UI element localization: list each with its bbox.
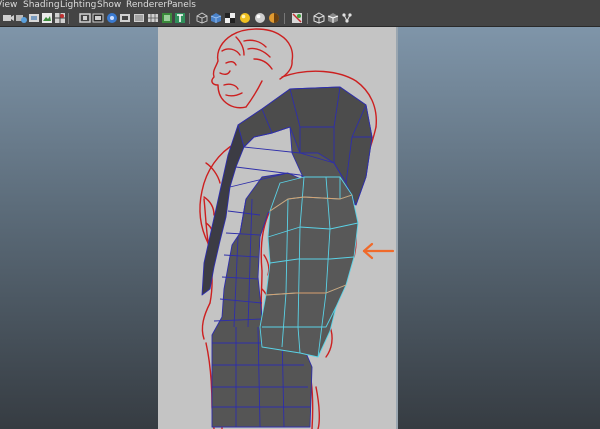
default-light-icon[interactable] xyxy=(239,12,251,24)
smooth-shade-icon[interactable] xyxy=(210,12,222,24)
menu-panels[interactable]: Panels xyxy=(167,0,196,11)
wireframe-on-shaded-icon[interactable] xyxy=(327,12,339,24)
toolbar-separator xyxy=(68,13,69,24)
camera-attributes-icon[interactable] xyxy=(15,12,27,24)
xray-icon[interactable] xyxy=(291,12,303,24)
menu-lighting[interactable]: Lighting xyxy=(60,0,96,11)
all-lights-icon[interactable] xyxy=(254,12,266,24)
grid-view-icon[interactable] xyxy=(147,12,159,24)
checker-texture-icon[interactable] xyxy=(224,12,236,24)
menu-shading[interactable]: Shading xyxy=(23,0,60,11)
panel-menu-bar: View Shading Lighting Show Renderer Pane… xyxy=(0,0,600,11)
panel-toolbar xyxy=(0,11,600,27)
film-gate-icon[interactable] xyxy=(79,12,91,24)
safe-title-icon[interactable] xyxy=(119,12,131,24)
toolbar-separator xyxy=(307,13,308,24)
menu-view[interactable]: View xyxy=(0,0,17,11)
menu-show[interactable]: Show xyxy=(97,0,121,11)
isolate-select-icon[interactable] xyxy=(313,12,325,24)
wireframe-icon[interactable] xyxy=(196,12,208,24)
select-camera-icon[interactable] xyxy=(2,12,14,24)
menu-renderer[interactable]: Renderer xyxy=(126,0,167,11)
perspective-viewport[interactable] xyxy=(0,27,600,429)
field-chart-icon[interactable] xyxy=(133,12,145,24)
text-icon[interactable] xyxy=(174,12,186,24)
toolbar-separator xyxy=(189,13,190,24)
resolution-gate-icon[interactable] xyxy=(92,12,104,24)
grid-toggle-icon[interactable] xyxy=(54,12,66,24)
texture-icon[interactable] xyxy=(341,12,353,24)
safe-action-icon[interactable] xyxy=(106,12,118,24)
image-plane-icon[interactable] xyxy=(41,12,53,24)
shadows-icon[interactable] xyxy=(268,12,280,24)
toolbar-separator xyxy=(284,13,285,24)
hud-icon[interactable] xyxy=(161,12,173,24)
bookmarks-icon[interactable] xyxy=(28,12,40,24)
